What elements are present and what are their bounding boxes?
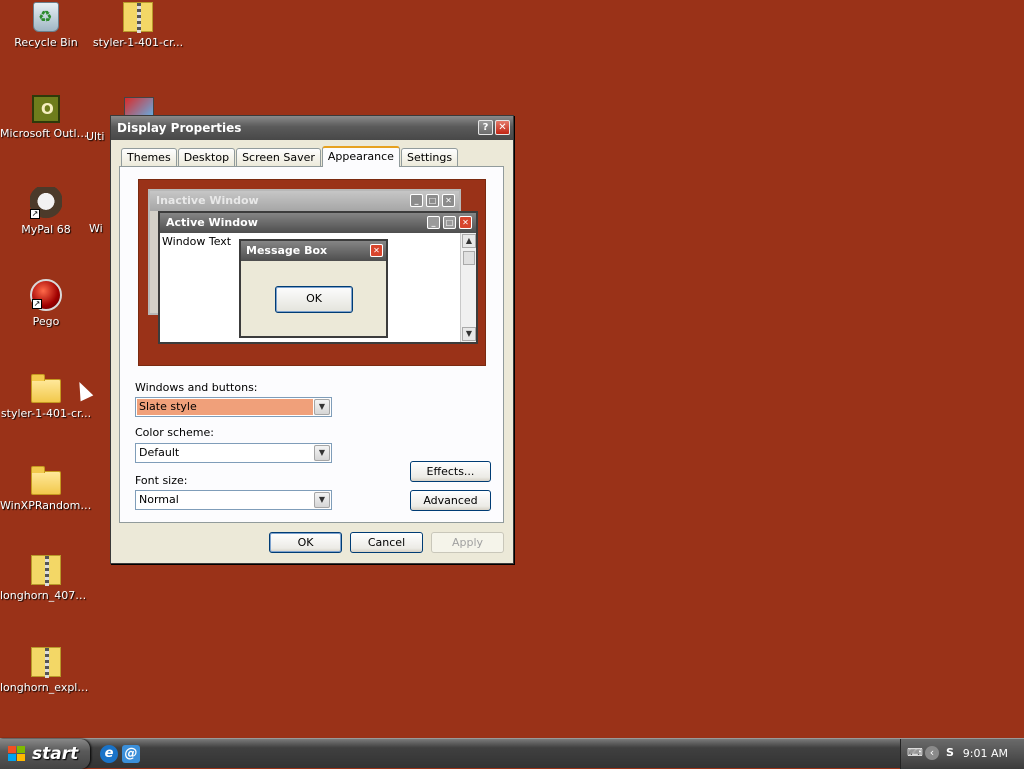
desktop-icon-longhorn-explo[interactable]: longhorn_explo... (0, 647, 92, 694)
apply-button[interactable]: Apply (431, 532, 504, 553)
styler-tray-icon[interactable]: S (943, 746, 957, 760)
windows-buttons-select[interactable]: Slate style ▼ (135, 397, 332, 417)
preview-active-titlebar: Active Window _ □ ✕ (160, 213, 476, 233)
font-size-select[interactable]: Normal ▼ (135, 490, 332, 510)
keyboard-icon[interactable]: ⌨ (907, 746, 923, 760)
taskbar: start e @ ⌨ ‹ S 9:01 AM (0, 738, 1024, 769)
tab-desktop[interactable]: Desktop (177, 148, 236, 167)
tab-strip: Themes Desktop Screen Saver Appearance S… (121, 146, 459, 167)
desktop-icon-label: Pego (32, 315, 60, 328)
preview-inactive-titlebar: Inactive Window _ □ ✕ (150, 191, 459, 211)
chevron-down-icon[interactable]: ▼ (314, 445, 330, 461)
desktop-icon-partial-wi[interactable]: Wi (89, 222, 111, 235)
preview-inactive-title: Inactive Window (156, 194, 259, 207)
mail-client-icon[interactable]: @ (122, 745, 140, 763)
zip-folder-icon (31, 555, 61, 586)
folder-icon (31, 374, 61, 403)
shortcut-arrow-icon: ↗ (30, 209, 40, 219)
desktop-icon-label: Recycle Bin (14, 36, 78, 49)
dialog-title: Display Properties (117, 121, 242, 135)
recycle-bin-icon (33, 2, 59, 32)
desktop-icon-label: WinXPRandomS... (0, 499, 92, 512)
advanced-button[interactable]: Advanced (410, 490, 491, 511)
system-tray: ⌨ ‹ S 9:01 AM (900, 739, 1024, 769)
mypal-icon: ↗ (30, 187, 62, 219)
desktop-icon-label: longhorn_explo... (0, 681, 92, 694)
folder-icon (31, 466, 61, 495)
pego-icon: ↗ (30, 279, 62, 311)
appearance-panel: Inactive Window _ □ ✕ Active Window _ □ … (119, 166, 504, 523)
desktop-icon-longhorn-4074[interactable]: longhorn_4074... (0, 555, 92, 602)
scroll-down-icon: ▼ (462, 327, 476, 341)
desktop-icon-label: MyPal 68 (21, 223, 71, 236)
effects-button[interactable]: Effects... (410, 461, 491, 482)
internet-explorer-icon[interactable]: e (100, 745, 118, 763)
start-label: start (32, 744, 79, 764)
start-button[interactable]: start (0, 739, 90, 769)
desktop-icon-outlook[interactable]: Microsoft Outlook (0, 95, 92, 140)
close-icon: ✕ (370, 244, 383, 257)
color-scheme-value: Default (139, 446, 180, 459)
desktop-icon-label: Wi (89, 222, 103, 235)
scroll-thumb (463, 251, 475, 265)
preview-ok-button: OK (275, 286, 353, 313)
tab-screen-saver[interactable]: Screen Saver (236, 148, 321, 167)
shortcut-arrow-icon: ↗ (32, 299, 42, 309)
font-size-value: Normal (139, 493, 179, 506)
minimize-icon: _ (427, 216, 440, 229)
desktop-icon-styler-zip[interactable]: styler-1-401-cr... (92, 2, 184, 49)
dialog-titlebar[interactable]: Display Properties ? ✕ (111, 116, 513, 140)
display-properties-dialog: Display Properties ? ✕ Themes Desktop Sc… (110, 115, 514, 564)
ok-button[interactable]: OK (269, 532, 342, 553)
close-button[interactable]: ✕ (495, 120, 510, 135)
help-button[interactable]: ? (478, 120, 493, 135)
outlook-icon (32, 95, 60, 123)
desktop-icon-label: Microsoft Outlook (0, 127, 92, 140)
zip-folder-icon (31, 647, 61, 678)
preview-message-box: Message Box ✕ OK (239, 239, 388, 338)
desktop-icon-partial-ulti[interactable]: Ulti (86, 130, 110, 143)
tab-appearance[interactable]: Appearance (321, 146, 400, 167)
chevron-down-icon[interactable]: ▼ (314, 492, 330, 508)
desktop-icon-label: longhorn_4074... (0, 589, 92, 602)
desktop-icon-label: Ulti (86, 130, 105, 143)
appearance-preview[interactable]: Inactive Window _ □ ✕ Active Window _ □ … (138, 179, 486, 366)
close-icon: ✕ (442, 194, 455, 207)
desktop-icon-recycle-bin[interactable]: Recycle Bin (0, 2, 92, 49)
desktop-icon-winxprandom[interactable]: WinXPRandomS... (0, 463, 92, 512)
desktop-icon-mypal[interactable]: ↗ MyPal 68 (0, 187, 92, 236)
preview-active-window: Active Window _ □ ✕ Window Text ▲ ▼ Mess… (158, 211, 478, 344)
scroll-up-icon: ▲ (462, 234, 476, 248)
maximize-icon: □ (443, 216, 456, 229)
clock[interactable]: 9:01 AM (963, 747, 1008, 760)
maximize-icon: □ (426, 194, 439, 207)
preview-window-text: Window Text (162, 235, 232, 248)
zip-folder-icon (123, 2, 153, 33)
desktop-icon-label: styler-1-401-cr... (92, 36, 184, 49)
tab-themes[interactable]: Themes (121, 148, 177, 167)
preview-scrollbar: ▲ ▼ (460, 233, 476, 342)
chevron-left-icon[interactable]: ‹ (925, 746, 939, 760)
chevron-down-icon[interactable]: ▼ (314, 399, 330, 415)
windows-logo-icon (8, 746, 26, 762)
preview-message-titlebar: Message Box ✕ (241, 241, 386, 261)
close-icon: ✕ (459, 216, 472, 229)
tab-settings[interactable]: Settings (400, 148, 459, 167)
minimize-icon: _ (410, 194, 423, 207)
cancel-button[interactable]: Cancel (350, 532, 423, 553)
desktop-icon-pego[interactable]: ↗ Pego (0, 279, 92, 328)
desktop-icon-label: styler-1-401-cr... (0, 407, 92, 420)
color-scheme-label: Color scheme: (135, 426, 214, 439)
font-size-label: Font size: (135, 474, 188, 487)
color-scheme-select[interactable]: Default ▼ (135, 443, 332, 463)
windows-buttons-label: Windows and buttons: (135, 381, 258, 394)
preview-message-title: Message Box (246, 244, 328, 257)
preview-active-title: Active Window (166, 216, 258, 229)
windows-buttons-value: Slate style (137, 399, 313, 415)
